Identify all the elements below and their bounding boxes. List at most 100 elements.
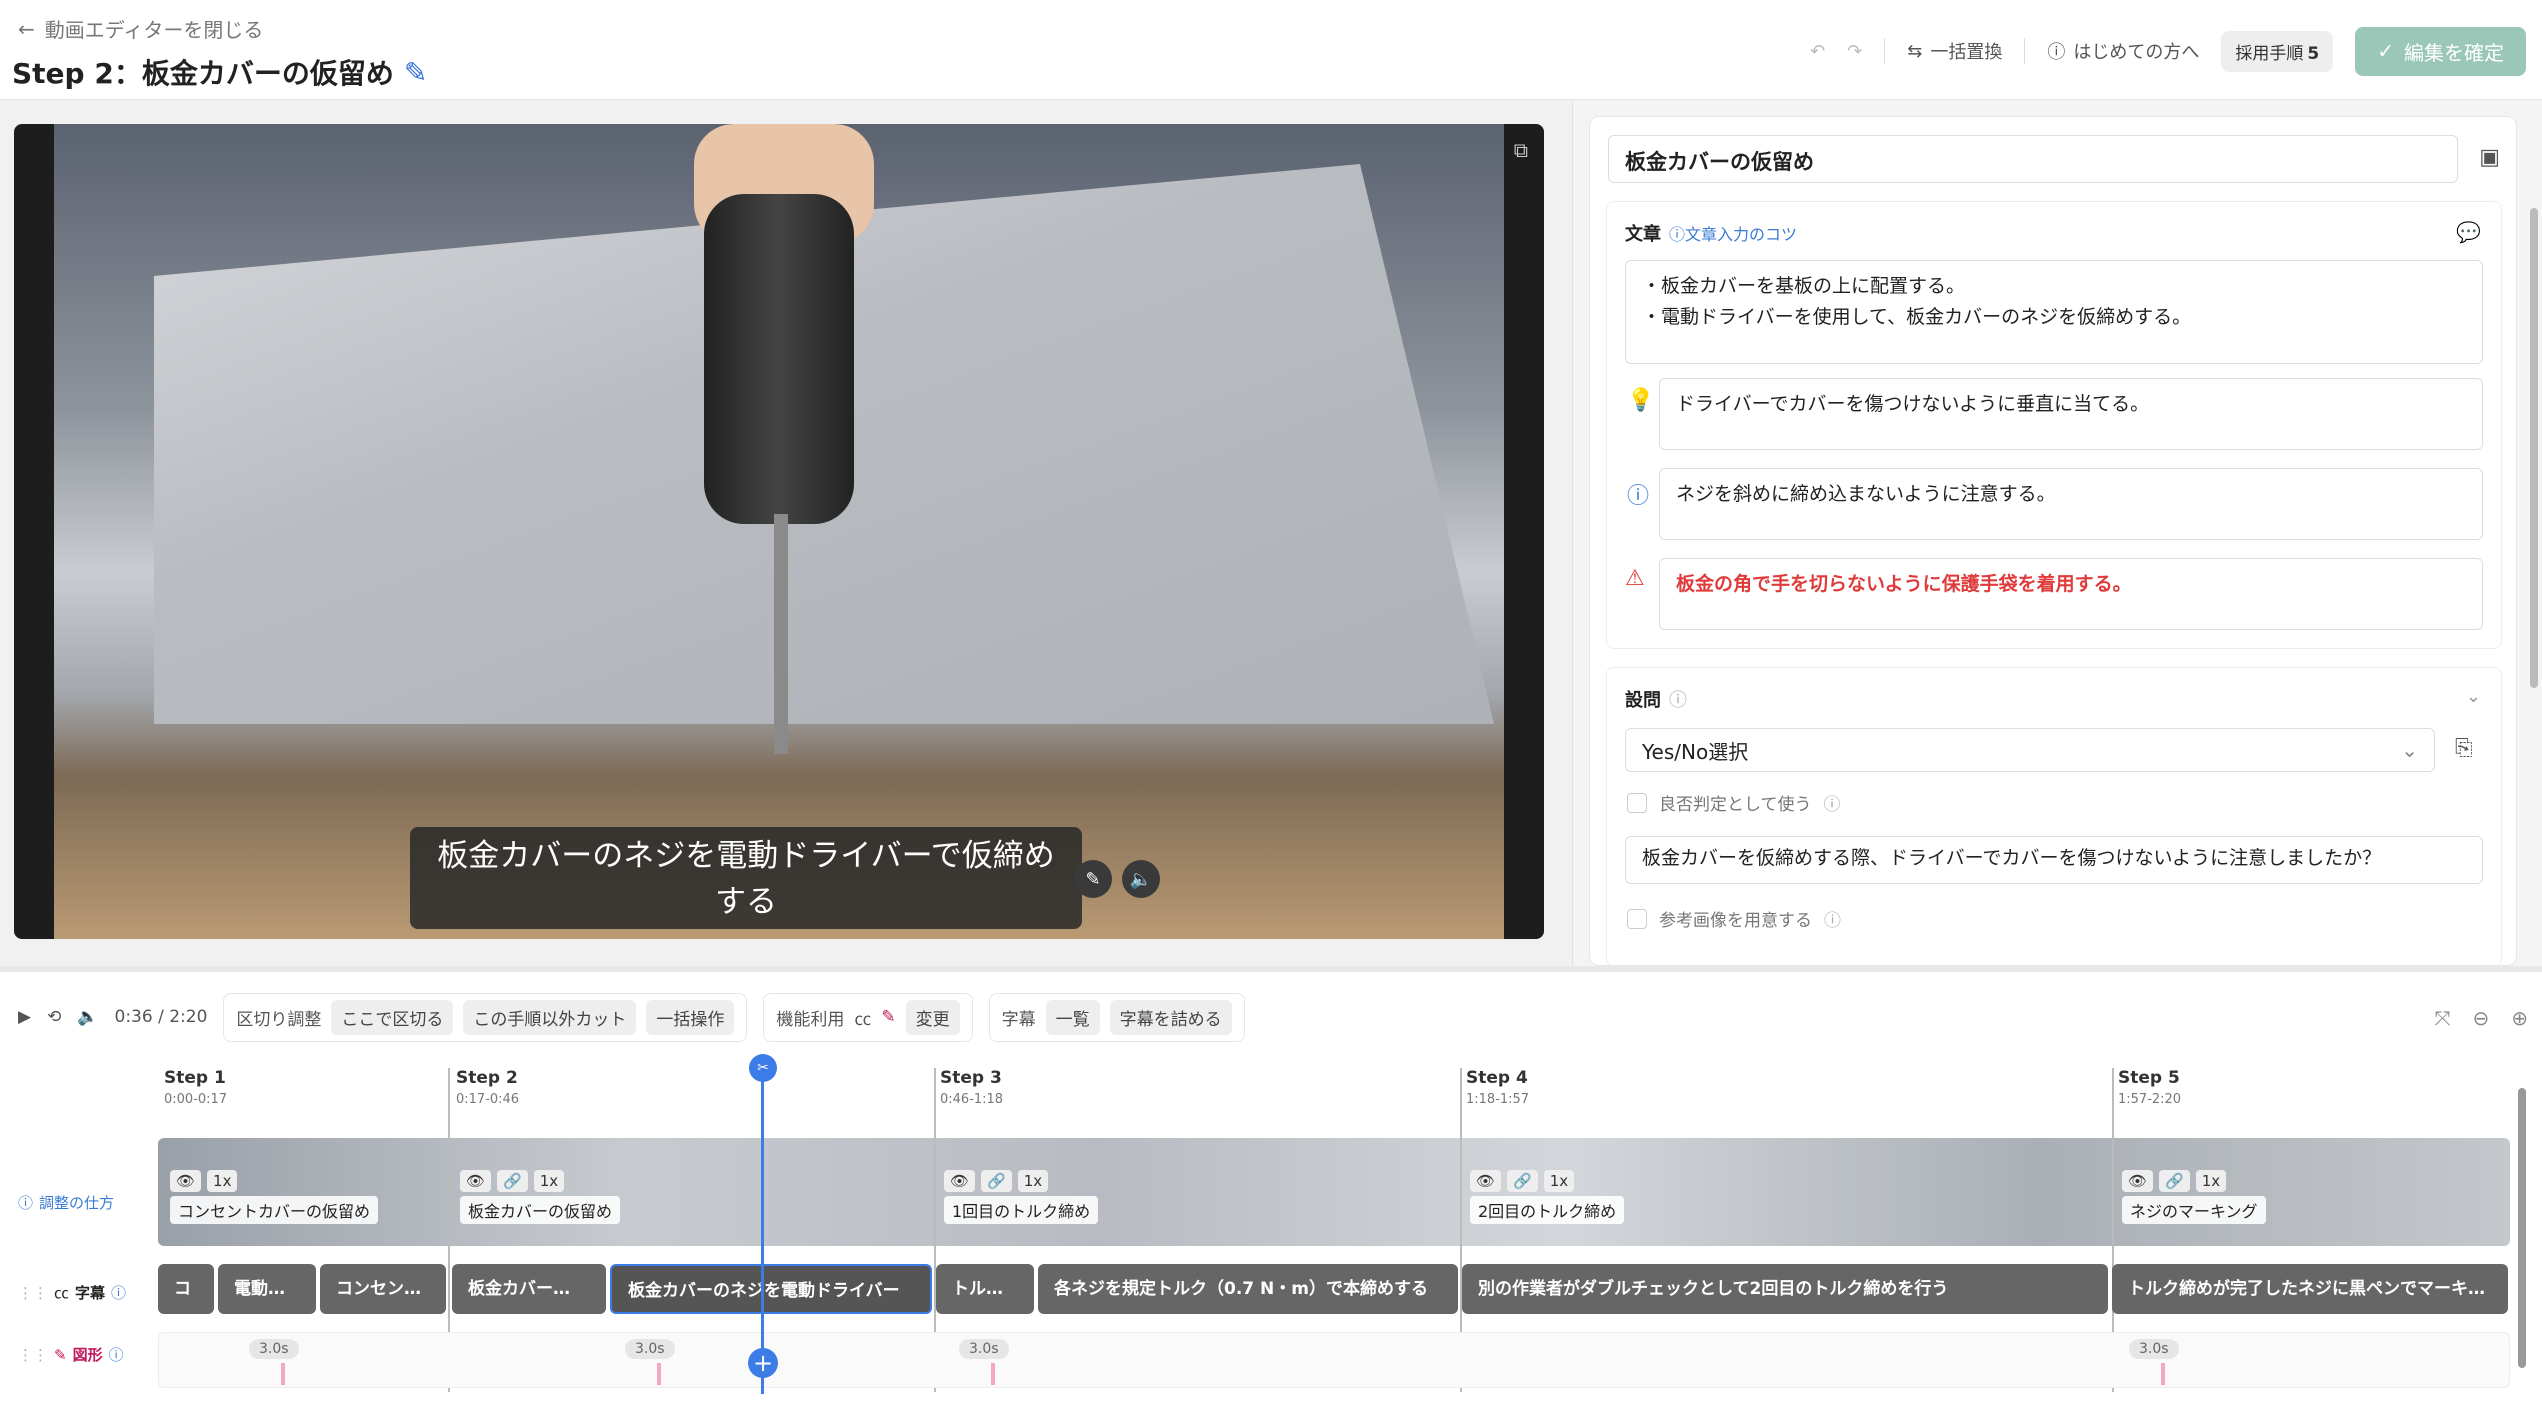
expand-icon[interactable]: ⧉ [1514,138,1528,162]
compact-subtitles-button[interactable]: 字幕を詰める [1109,999,1232,1035]
shape-marker[interactable] [281,1363,285,1385]
step-header[interactable]: Step 5 1:57-2:20 [2118,1068,2181,1107]
eye-icon[interactable]: 👁 [460,1170,492,1192]
close-editor-link[interactable]: ← 動画エディターを閉じる [18,14,263,43]
edit-title-icon[interactable]: ✎ [404,56,427,89]
copy-icon[interactable]: ⎘ [2455,736,2473,761]
first-time-button[interactable]: ⓘ はじめての方へ [2047,38,2199,64]
thumbnail-icon[interactable]: ▣ [2479,145,2500,170]
shape-duration[interactable]: 3.0s [2129,1339,2179,1359]
shape-pen-icon[interactable]: ✎ [881,1007,895,1027]
warning-text-area[interactable]: 板金の角で手を切らないように保護手袋を着用する。 [1659,558,2483,630]
check-icon: ✓ [2377,39,2394,63]
arrow-left-icon: ← [18,16,35,41]
subtitle-clip[interactable]: トル… [936,1264,1034,1314]
shape-duration[interactable]: 3.0s [625,1339,675,1359]
speed-badge[interactable]: 1x [1017,1170,1049,1192]
subtitle-clip[interactable]: 別の作業者がダブルチェックとして2回目のトルク締めを行う [1462,1264,2108,1314]
eye-icon[interactable]: 👁 [944,1170,976,1192]
panel-scrollbar[interactable] [2530,208,2538,688]
question-type-select[interactable]: Yes/No選択 ⌄ [1625,728,2435,772]
link-icon[interactable]: 🔗 [2159,1170,2190,1192]
eye-icon[interactable]: 👁 [1470,1170,1502,1192]
shape-track[interactable]: 3.0s 3.0s 3.0s 3.0s [158,1332,2510,1388]
fit-icon[interactable]: ⤧ [2434,1006,2450,1030]
confirm-edit-button[interactable]: ✓ 編集を確定 [2355,26,2526,76]
shape-duration[interactable]: 3.0s [249,1339,299,1359]
checkbox[interactable] [1627,908,1647,929]
bulk-ops-button[interactable]: 一括操作 [646,999,735,1035]
subtitle-clip[interactable]: トルク締めが完了したネジに黒ペンでマーキ… [2112,1264,2508,1314]
cut-others-button[interactable]: この手順以外カット [463,999,637,1035]
change-button[interactable]: 変更 [905,999,960,1035]
subtitle-list-button[interactable]: 一覧 [1045,999,1100,1035]
speaker-icon[interactable]: 🔈 [1122,860,1160,898]
video-player[interactable]: ⧉ 板金カバーのネジを電動ドライバーで仮締めする ✎ 🔈 [14,124,1544,939]
speed-badge[interactable]: 1x [2195,1170,2227,1192]
step-header[interactable]: Step 2 0:17-0:46 [456,1068,519,1107]
edit-caption-icon[interactable]: ✎ [1074,860,1112,898]
link-icon[interactable]: 🔗 [1507,1170,1538,1192]
scissors-icon[interactable]: ✂ [749,1054,777,1082]
bulk-replace-button[interactable]: ⇆ 一括置換 [1907,38,2002,64]
body-text-area[interactable]: ・板金カバーを基板の上に配置する。 ・電動ドライバーを使用して、板金カバーのネジ… [1625,260,2483,364]
loop-icon[interactable]: ⟲ [47,1007,61,1027]
drag-handle-icon[interactable]: ⋮⋮ [18,1346,48,1364]
text-tips-link[interactable]: ⓘ文章入力のコツ [1669,221,1797,245]
cc-icon: ㏄ [54,1284,70,1302]
step-header[interactable]: Step 1 0:00-0:17 [164,1068,227,1107]
info-icon: ⓘ [1669,690,1687,711]
playhead-line[interactable] [761,1064,764,1394]
eye-icon[interactable]: 👁 [2122,1170,2154,1192]
checkbox[interactable] [1627,792,1647,813]
clip-title: ネジのマーキング [2122,1196,2266,1224]
redo-icon[interactable]: ↷ [1847,41,1862,62]
zoom-out-icon[interactable]: ⊖ [2472,1006,2489,1030]
link-icon[interactable]: 🔗 [497,1170,528,1192]
zoom-in-icon[interactable]: ⊕ [2511,1006,2528,1030]
link-icon[interactable]: 🔗 [981,1170,1012,1192]
speed-badge[interactable]: 1x [533,1170,565,1192]
help-icon[interactable]: ⓘ [111,1282,126,1303]
volume-icon[interactable]: 🔈 [77,1007,98,1027]
subtitle-clip-active[interactable]: 板金カバーのネジを電動ドライバー [610,1264,932,1314]
chevron-down-icon[interactable]: ⌄ [2466,686,2481,707]
help-icon: ⓘ [2047,42,2066,63]
timeline-scrollbar[interactable] [2518,1088,2526,1368]
cut-here-button[interactable]: ここで区切る [331,999,454,1035]
eye-icon[interactable]: 👁 [170,1170,202,1192]
subtitle-clip[interactable]: コ [158,1264,214,1314]
speed-badge[interactable]: 1x [207,1170,238,1192]
page-title: Step 2：板金カバーの仮留め ✎ [12,52,427,92]
info-text-area[interactable]: ネジを斜めに締め込まないように注意する。 [1659,468,2483,540]
shape-duration[interactable]: 3.0s [959,1339,1009,1359]
ref-image-checkbox[interactable]: 参考画像を用意する ⓘ [1627,906,1841,931]
comment-icon[interactable]: 💬 [2456,220,2481,244]
shape-marker[interactable] [2161,1363,2165,1385]
help-icon[interactable]: ⓘ [109,1344,124,1365]
subtitle-clip[interactable]: 板金カバー… [452,1264,606,1314]
cc-icon[interactable]: ㏄ [854,1005,871,1030]
question-text-area[interactable]: 板金カバーを仮締めする際、ドライバーでカバーを傷つけないように注意しましたか？ [1625,836,2483,884]
undo-icon[interactable]: ↶ [1810,41,1825,62]
shape-marker[interactable] [991,1363,995,1385]
video-caption[interactable]: 板金カバーのネジを電動ドライバーで仮締めする [410,827,1082,929]
adjust-help-link[interactable]: ⓘ 調整の仕方 [18,1192,114,1213]
pass-fail-checkbox[interactable]: 良否判定として使う ⓘ [1627,790,1841,815]
subtitle-clip[interactable]: コンセン… [320,1264,446,1314]
subtitle-clip[interactable]: 電動… [218,1264,316,1314]
step-header[interactable]: Step 3 0:46-1:18 [940,1068,1003,1107]
drag-handle-icon[interactable]: ⋮⋮ [18,1284,48,1302]
step-name: Step 2 [456,1068,518,1088]
play-icon[interactable]: ▶ [18,1007,31,1027]
step-title-input[interactable]: 板金カバーの仮留め [1608,135,2458,183]
adjust-help-label: 調整の仕方 [39,1194,115,1212]
speed-badge[interactable]: 1x [1543,1170,1575,1192]
shape-marker[interactable] [657,1363,661,1385]
warning-icon: ⚠ [1625,566,1645,591]
add-shape-icon[interactable]: + [748,1348,778,1378]
step-header[interactable]: Step 4 1:18-1:57 [1466,1068,1529,1107]
subtitle-clip[interactable]: 各ネジを規定トルク（0.7 N・m）で本締めする [1038,1264,1458,1314]
step-clip-label: 👁 1x コンセントカバーの仮留め [170,1170,379,1224]
hint-text-area[interactable]: ドライバーでカバーを傷つけないように垂直に当てる。 [1659,378,2483,450]
